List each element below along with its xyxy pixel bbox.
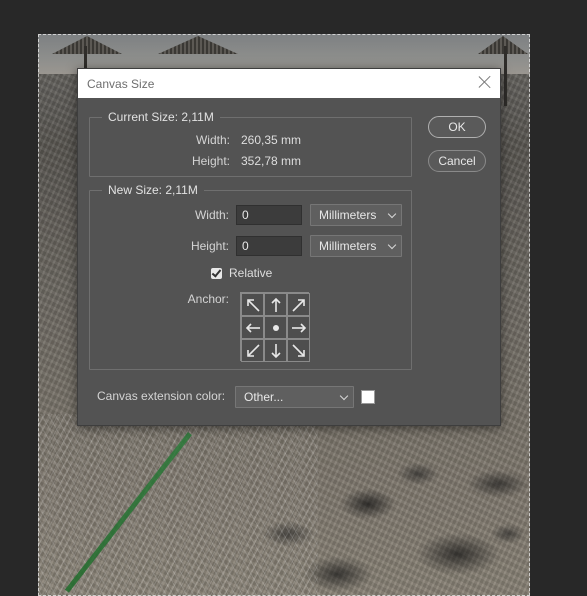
anchor-center[interactable] [264,316,287,339]
current-size-legend: Current Size: 2,11M [102,110,220,124]
anchor-bottom-left[interactable] [241,339,264,362]
current-height-value: 352,78 mm [241,154,302,168]
arrow-down-icon [270,343,281,358]
arrow-down-left-icon [246,343,260,357]
width-unit-select[interactable]: Millimeters [310,204,402,226]
arrow-up-left-icon [246,298,260,312]
current-width-value: 260,35 mm [241,133,302,147]
anchor-bottom-right[interactable] [287,339,310,362]
canvas-size-dialog: Canvas Size Current Size: 2,11M Width: 2… [77,68,501,426]
anchor-label: Anchor: [187,292,229,306]
extension-color-label: Canvas extension color: [97,389,226,403]
width-input[interactable]: 0 [236,205,302,225]
anchor-top-left[interactable] [241,293,264,316]
anchor-bottom[interactable] [264,339,287,362]
height-unit-select[interactable]: Millimeters [310,235,402,257]
dialog-titlebar[interactable]: Canvas Size [78,69,500,98]
arrow-left-icon [245,322,260,333]
anchor-top[interactable] [264,293,287,316]
width-unit-value: Millimeters [319,208,377,222]
new-height-label: Height: [190,239,229,253]
current-width-label: Width: [195,133,230,147]
close-icon[interactable] [478,75,492,89]
arrow-up-icon [270,297,281,312]
arrow-down-right-icon [291,343,305,357]
ok-button[interactable]: OK [428,116,486,138]
new-width-label: Width: [194,208,229,222]
height-input[interactable]: 0 [236,236,302,256]
arrow-up-right-icon [291,298,305,312]
extension-color-select[interactable]: Other... [235,386,354,408]
anchor-grid [240,292,310,362]
anchor-right[interactable] [287,316,310,339]
relative-label: Relative [229,266,273,280]
dialog-title: Canvas Size [87,77,155,91]
chevron-down-icon [339,391,349,401]
anchor-left[interactable] [241,316,264,339]
umbrella-pole [504,46,507,106]
chevron-down-icon [387,240,397,250]
current-size-group: Current Size: 2,11M Width: 260,35 mm Hei… [89,110,412,177]
new-size-legend: New Size: 2,11M [102,183,204,197]
relative-checkbox[interactable] [211,268,222,279]
extension-color-value: Other... [244,390,284,404]
current-height-label: Height: [191,154,230,168]
arrow-right-icon [291,322,306,333]
chevron-down-icon [387,209,397,219]
anchor-dot-icon [272,324,279,331]
height-unit-value: Millimeters [319,239,377,253]
cancel-button[interactable]: Cancel [428,150,486,172]
extension-color-swatch[interactable] [361,390,375,404]
anchor-top-right[interactable] [287,293,310,316]
